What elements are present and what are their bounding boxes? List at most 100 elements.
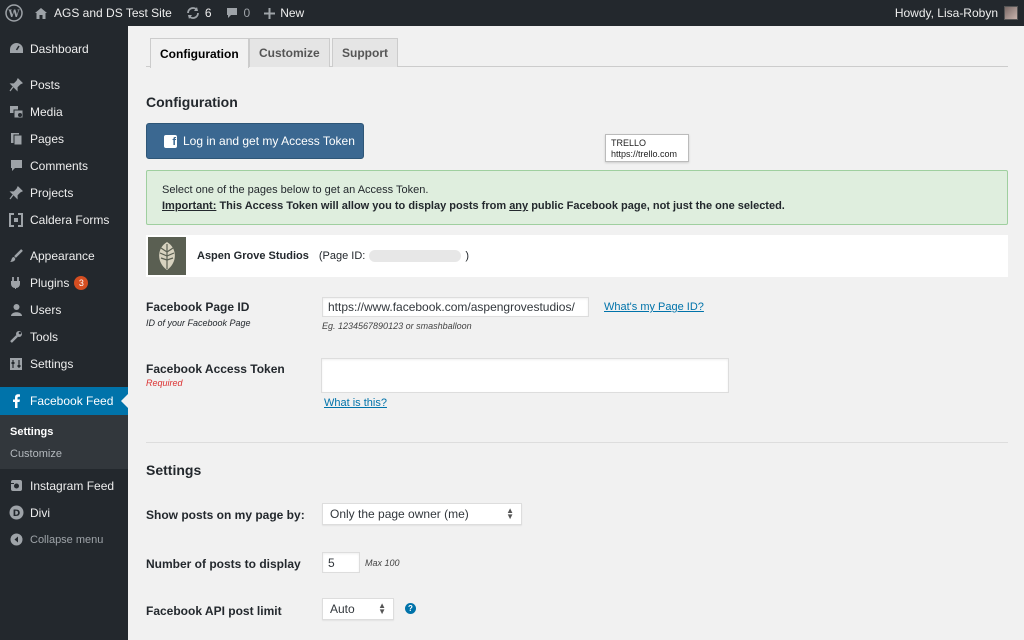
new-label: New xyxy=(280,6,305,20)
menu-facebook-feed-label: Facebook Feed xyxy=(30,394,114,408)
help-icon[interactable]: ? xyxy=(405,603,416,614)
page-id-open: (Page ID: xyxy=(318,250,366,262)
notice-line-1: Select one of the pages below to get an … xyxy=(162,184,429,196)
media-icon xyxy=(8,104,24,120)
instagram-icon xyxy=(8,478,24,494)
updates-link[interactable]: 6 xyxy=(179,0,219,26)
api-limit-value: Auto xyxy=(330,602,355,616)
my-account[interactable]: Howdy, Lisa-Robyn xyxy=(888,0,1024,26)
page-id-redacted xyxy=(369,250,462,262)
avatar xyxy=(1004,6,1018,20)
tab-customize[interactable]: Customize xyxy=(249,38,330,67)
new-content-link[interactable]: New xyxy=(257,0,311,26)
menu-divi[interactable]: D Divi xyxy=(0,499,128,526)
svg-text:D: D xyxy=(12,509,19,519)
menu-dashboard[interactable]: Dashboard xyxy=(0,35,128,62)
page-id-close: ) xyxy=(465,250,469,262)
menu-projects[interactable]: Projects xyxy=(0,179,128,206)
menu-media-label: Media xyxy=(30,104,63,119)
page-id-input[interactable]: https://www.facebook.com/aspengrovestudi… xyxy=(322,297,589,317)
menu-settings-label: Settings xyxy=(30,356,74,371)
page-avatar xyxy=(148,237,186,275)
menu-appearance-label: Appearance xyxy=(30,248,95,263)
notice-text-b: public Facebook page, not just the one s… xyxy=(528,200,785,212)
updates-icon xyxy=(186,6,200,20)
menu-caldera-forms[interactable]: Caldera Forms xyxy=(0,206,128,233)
num-posts-value: 5 xyxy=(328,555,335,570)
num-posts-input[interactable]: 5 xyxy=(322,552,360,573)
menu-instagram-feed[interactable]: Instagram Feed xyxy=(0,472,128,499)
num-posts-hint: Max 100 xyxy=(365,558,400,568)
menu-comments[interactable]: Comments xyxy=(0,152,128,179)
caldera-icon xyxy=(8,212,24,228)
admin-bar: W AGS and DS Test Site 6 0 New Howdy, Li… xyxy=(0,0,1024,26)
user-icon xyxy=(8,302,24,318)
notice-line-2: Important: This Access Token will allow … xyxy=(162,198,992,214)
access-token-required: Required xyxy=(146,378,183,388)
login-access-token-button[interactable]: f Log in and get my Access Token xyxy=(146,123,364,159)
menu-facebook-feed[interactable]: Facebook Feed xyxy=(0,387,128,415)
brush-icon xyxy=(8,248,24,264)
trello-tooltip: TRELLO https://trello.com xyxy=(605,134,689,162)
comments-count: 0 xyxy=(243,6,251,20)
howdy-text: Howdy, Lisa-Robyn xyxy=(894,6,998,20)
whats-my-page-id-link[interactable]: What's my Page ID? xyxy=(604,301,704,313)
pages-icon xyxy=(8,131,24,147)
svg-text:W: W xyxy=(7,9,20,20)
pin-icon xyxy=(8,77,24,93)
notice-any: any xyxy=(509,200,529,212)
select-arrows-icon: ▲ ▼ xyxy=(506,506,514,521)
access-token-textarea[interactable] xyxy=(321,358,729,393)
page-id-label: Facebook Page ID xyxy=(146,300,250,314)
notice-important: Important: xyxy=(162,200,217,212)
menu-settings[interactable]: Settings xyxy=(0,350,128,377)
access-token-notice: Select one of the pages below to get an … xyxy=(146,170,1008,225)
access-token-label: Facebook Access Token xyxy=(146,362,285,376)
facebook-feed-submenu: Settings Customize xyxy=(0,415,128,469)
what-is-this-link[interactable]: What is this? xyxy=(324,397,387,409)
menu-posts[interactable]: Posts xyxy=(0,71,128,98)
site-name-link[interactable]: AGS and DS Test Site xyxy=(27,0,179,26)
tab-configuration[interactable]: Configuration xyxy=(150,38,249,68)
tooltip-line-2: https://trello.com xyxy=(611,149,678,159)
menu-appearance[interactable]: Appearance xyxy=(0,242,128,269)
site-name: AGS and DS Test Site xyxy=(54,6,172,20)
menu-media[interactable]: Media xyxy=(0,98,128,125)
num-posts-label: Number of posts to display xyxy=(146,557,301,571)
menu-users[interactable]: Users xyxy=(0,296,128,323)
pin-icon xyxy=(8,185,24,201)
show-posts-select[interactable]: Only the page owner (me) ▲ ▼ xyxy=(322,503,522,525)
submenu-customize[interactable]: Customize xyxy=(10,448,62,460)
collapse-icon xyxy=(8,532,24,548)
show-posts-value: Only the page owner (me) xyxy=(330,507,469,521)
menu-pages[interactable]: Pages xyxy=(0,125,128,152)
plugins-update-badge: 3 xyxy=(74,275,89,290)
page-name: Aspen Grove Studios xyxy=(197,250,309,262)
collapse-menu-label: Collapse menu xyxy=(30,533,104,546)
collapse-menu-button[interactable]: Collapse menu xyxy=(0,526,128,553)
menu-comments-label: Comments xyxy=(30,158,89,173)
wrench-icon xyxy=(8,329,24,345)
wordpress-icon[interactable]: W xyxy=(1,0,27,26)
menu-plugins[interactable]: Plugins 3 xyxy=(0,269,128,296)
comments-icon xyxy=(8,158,24,174)
settings-tabs: Configuration Customize Support xyxy=(146,38,1008,68)
facebook-icon xyxy=(8,393,24,409)
page-id-hint: Eg. 1234567890123 or smashballoon xyxy=(322,321,472,331)
menu-tools-label: Tools xyxy=(30,329,59,344)
page-id-sublabel: ID of your Facebook Page xyxy=(146,318,251,328)
comments-link[interactable]: 0 xyxy=(219,0,258,26)
facebook-page-row[interactable]: Aspen Grove Studios (Page ID: ) xyxy=(146,235,1008,277)
section-divider xyxy=(146,442,1008,443)
submenu-settings[interactable]: Settings xyxy=(10,426,53,438)
main-content: Configuration Customize Support Configur… xyxy=(128,26,1024,640)
tab-support[interactable]: Support xyxy=(332,38,398,67)
api-limit-label: Facebook API post limit xyxy=(146,604,282,618)
api-limit-select[interactable]: Auto ▲ ▼ xyxy=(322,598,394,620)
menu-posts-label: Posts xyxy=(30,77,61,92)
dashboard-icon xyxy=(8,41,24,57)
menu-tools[interactable]: Tools xyxy=(0,323,128,350)
menu-divi-label: Divi xyxy=(30,505,50,520)
menu-dashboard-label: Dashboard xyxy=(30,41,89,56)
menu-pages-label: Pages xyxy=(30,131,65,146)
